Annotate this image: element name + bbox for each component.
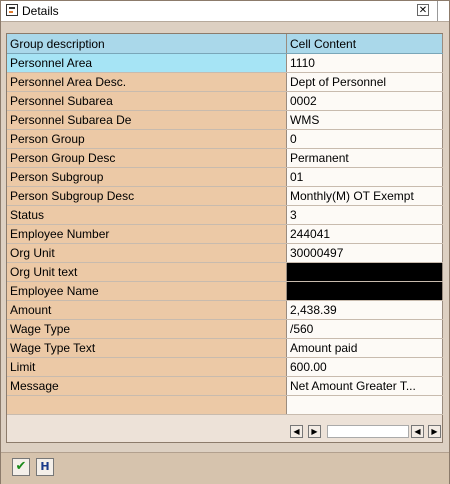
row-value[interactable]: /560 bbox=[286, 319, 443, 339]
row-value[interactable]: 01 bbox=[286, 167, 443, 187]
scroll-left-end-icon[interactable]: ◀ bbox=[411, 425, 424, 438]
row-label[interactable]: Personnel Subarea De bbox=[7, 110, 287, 130]
checkmark-icon[interactable]: ✔ bbox=[12, 458, 30, 476]
table-row[interactable]: Employee Number 244041 bbox=[7, 224, 443, 244]
row-label[interactable]: Person Group Desc bbox=[7, 148, 287, 168]
details-dialog: Details ✕ Group description Cell Content… bbox=[0, 0, 450, 484]
row-value[interactable]: Permanent bbox=[286, 148, 443, 168]
table-row[interactable]: Personnel Area Desc. Dept of Personnel bbox=[7, 72, 443, 92]
table-row[interactable]: Wage Type Text Amount paid bbox=[7, 338, 443, 358]
column-header-cell-content[interactable]: Cell Content bbox=[286, 34, 443, 54]
table-row[interactable]: Person Subgroup Desc Monthly(M) OT Exempt bbox=[7, 186, 443, 206]
table-row[interactable]: Personnel Subarea De WMS bbox=[7, 110, 443, 130]
table-row[interactable]: Person Subgroup 01 bbox=[7, 167, 443, 187]
table-row[interactable]: Person Group 0 bbox=[7, 129, 443, 149]
row-value[interactable]: Amount paid bbox=[286, 338, 443, 358]
row-label[interactable]: Message bbox=[7, 376, 287, 396]
scroll-left-icon[interactable]: ◀ bbox=[290, 425, 303, 438]
empty-cell bbox=[7, 395, 287, 415]
table-row[interactable]: Amount 2,438.39 bbox=[7, 300, 443, 320]
table-row[interactable]: Wage Type/560 bbox=[7, 319, 443, 339]
window-title: Details bbox=[22, 4, 59, 18]
table-row[interactable]: Org Unit 30000497 bbox=[7, 243, 443, 263]
redacted-value[interactable] bbox=[286, 262, 443, 282]
table-row[interactable]: Org Unit text bbox=[7, 262, 443, 282]
row-value[interactable]: Net Amount Greater T... bbox=[286, 376, 443, 396]
table-row[interactable]: Limit 600.00 bbox=[7, 357, 443, 377]
find-icon[interactable]: H bbox=[36, 458, 54, 476]
row-label[interactable]: Wage Type Text bbox=[7, 338, 287, 358]
details-table: Group description Cell Content Personnel… bbox=[7, 34, 443, 415]
row-value[interactable]: 3 bbox=[286, 205, 443, 225]
row-value[interactable]: 1110 bbox=[286, 53, 443, 73]
row-label[interactable]: Limit bbox=[7, 357, 287, 377]
close-button[interactable]: ✕ bbox=[417, 4, 429, 16]
scroll-right-end-icon[interactable]: ▶ bbox=[428, 425, 441, 438]
row-label[interactable]: Amount bbox=[7, 300, 287, 320]
row-value[interactable]: 30000497 bbox=[286, 243, 443, 263]
row-label[interactable]: Status bbox=[7, 205, 287, 225]
table-row[interactable]: Personnel Area 1110 bbox=[7, 53, 443, 73]
row-value[interactable]: WMS bbox=[286, 110, 443, 130]
row-label[interactable]: Employee Number bbox=[7, 224, 287, 244]
row-label[interactable]: Person Subgroup Desc bbox=[7, 186, 287, 206]
row-label[interactable]: Org Unit bbox=[7, 243, 287, 263]
row-label[interactable]: Employee Name bbox=[7, 281, 287, 301]
row-label[interactable]: Org Unit text bbox=[7, 262, 287, 282]
button-bar: ✔ H bbox=[1, 452, 449, 484]
row-value[interactable]: Monthly(M) OT Exempt bbox=[286, 186, 443, 206]
row-value[interactable]: 2,438.39 bbox=[286, 300, 443, 320]
row-label[interactable]: Wage Type bbox=[7, 319, 287, 339]
column-header-group-description[interactable]: Group description bbox=[7, 34, 287, 54]
row-label[interactable]: Personnel Area Desc. bbox=[7, 72, 287, 92]
empty-row bbox=[7, 395, 443, 415]
header-row: Group description Cell Content bbox=[7, 34, 443, 54]
scroll-right-icon[interactable]: ▶ bbox=[308, 425, 321, 438]
table-row[interactable]: Message Net Amount Greater T... bbox=[7, 376, 443, 396]
row-value[interactable]: Dept of Personnel bbox=[286, 72, 443, 92]
horizontal-scrollbar[interactable]: ◀ ▶ ◀ ▶ bbox=[290, 425, 443, 441]
row-label[interactable]: Person Group bbox=[7, 129, 287, 149]
table-row[interactable]: Employee Name bbox=[7, 281, 443, 301]
table-row[interactable]: Status 3 bbox=[7, 205, 443, 225]
table-row[interactable]: Person Group Desc Permanent bbox=[7, 148, 443, 168]
row-value[interactable]: 600.00 bbox=[286, 357, 443, 377]
row-label[interactable]: Person Subgroup bbox=[7, 167, 287, 187]
window-icon bbox=[6, 4, 18, 16]
scroll-track[interactable] bbox=[327, 425, 409, 438]
title-bar: Details ✕ bbox=[1, 1, 449, 22]
row-value[interactable]: 0 bbox=[286, 129, 443, 149]
row-value[interactable]: 244041 bbox=[286, 224, 443, 244]
empty-cell bbox=[286, 395, 443, 415]
row-label[interactable]: Personnel Area bbox=[7, 53, 287, 73]
table-row[interactable]: Personnel Subarea 0002 bbox=[7, 91, 443, 111]
redacted-value[interactable] bbox=[286, 281, 443, 301]
details-grid: Group description Cell Content Personnel… bbox=[6, 33, 443, 443]
row-label[interactable]: Personnel Subarea bbox=[7, 91, 287, 111]
title-divider bbox=[437, 1, 438, 21]
row-value[interactable]: 0002 bbox=[286, 91, 443, 111]
